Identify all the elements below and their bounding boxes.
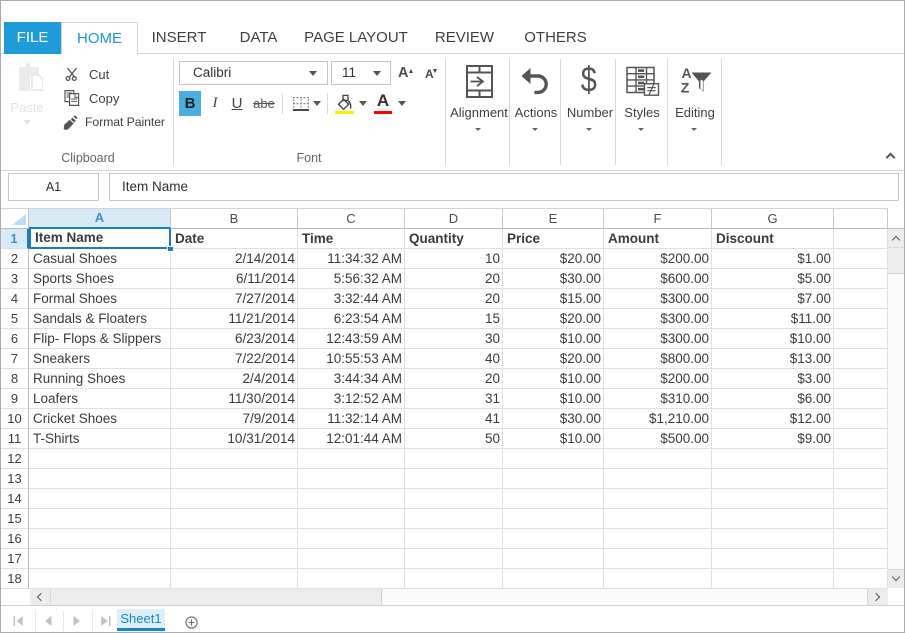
svg-text:$: $ bbox=[581, 63, 597, 99]
svg-text:Z: Z bbox=[681, 80, 690, 96]
